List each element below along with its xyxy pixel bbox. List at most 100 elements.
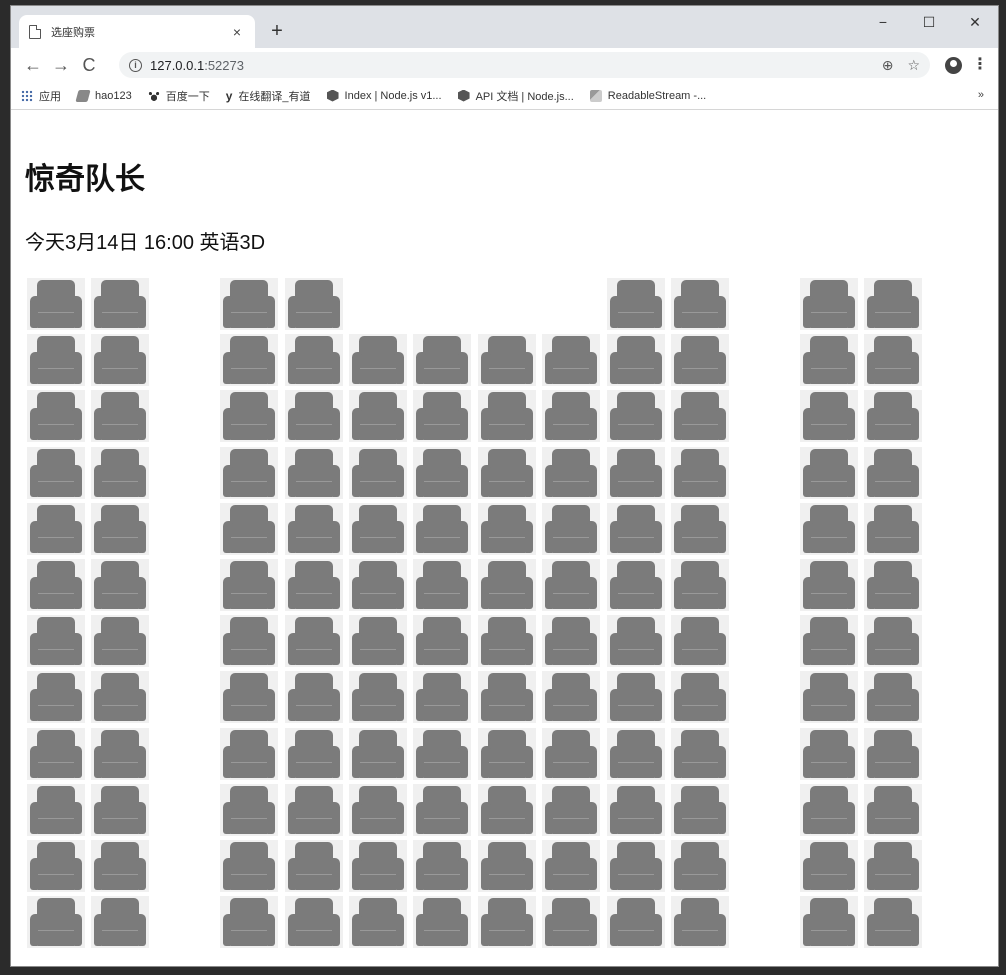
seat-icon[interactable] <box>413 503 471 555</box>
seat-icon[interactable] <box>800 390 858 442</box>
new-tab-button[interactable]: + <box>265 19 289 43</box>
seat-icon[interactable] <box>478 615 536 667</box>
seat-icon[interactable] <box>542 503 600 555</box>
seat-icon[interactable] <box>349 840 407 892</box>
seat-icon[interactable] <box>864 390 922 442</box>
seat-icon[interactable] <box>91 334 149 386</box>
tab-close-button[interactable]: × <box>229 24 245 40</box>
seat-icon[interactable] <box>91 840 149 892</box>
seat-icon[interactable] <box>285 615 343 667</box>
seat-icon[interactable] <box>800 671 858 723</box>
seat-icon[interactable] <box>864 896 922 948</box>
seat-icon[interactable] <box>607 559 665 611</box>
seat-icon[interactable] <box>607 840 665 892</box>
seat-icon[interactable] <box>285 728 343 780</box>
seat-icon[interactable] <box>607 728 665 780</box>
seat-icon[interactable] <box>478 559 536 611</box>
seat-icon[interactable] <box>542 896 600 948</box>
seat-icon[interactable] <box>864 840 922 892</box>
seat-icon[interactable] <box>349 390 407 442</box>
seat-icon[interactable] <box>413 615 471 667</box>
bookmark-hao123[interactable]: hao123 <box>75 89 132 102</box>
seat-icon[interactable] <box>349 728 407 780</box>
seat-icon[interactable] <box>349 671 407 723</box>
seat-icon[interactable] <box>671 334 729 386</box>
seat-icon[interactable] <box>285 390 343 442</box>
seat-icon[interactable] <box>800 784 858 836</box>
seat-icon[interactable] <box>864 784 922 836</box>
reload-button[interactable]: C <box>75 51 103 79</box>
seat-icon[interactable] <box>91 728 149 780</box>
seat-icon[interactable] <box>285 278 343 330</box>
seat-icon[interactable] <box>542 840 600 892</box>
seat-icon[interactable] <box>285 559 343 611</box>
bookmark-baidu[interactable]: 百度一下 <box>147 88 210 104</box>
seat-icon[interactable] <box>27 728 85 780</box>
bookmarks-overflow-button[interactable]: » <box>978 89 984 101</box>
seat-icon[interactable] <box>91 503 149 555</box>
seat-icon[interactable] <box>542 447 600 499</box>
seat-icon[interactable] <box>800 728 858 780</box>
seat-icon[interactable] <box>220 671 278 723</box>
seat-icon[interactable] <box>27 334 85 386</box>
seat-icon[interactable] <box>220 559 278 611</box>
seat-icon[interactable] <box>671 503 729 555</box>
seat-icon[interactable] <box>671 840 729 892</box>
close-window-button[interactable]: ✕ <box>952 10 998 34</box>
seat-icon[interactable] <box>478 671 536 723</box>
seat-icon[interactable] <box>220 334 278 386</box>
seat-icon[interactable] <box>864 615 922 667</box>
seat-icon[interactable] <box>671 278 729 330</box>
seat-icon[interactable] <box>349 447 407 499</box>
tab-active[interactable]: 选座购票 × <box>19 15 255 48</box>
seat-icon[interactable] <box>800 840 858 892</box>
seat-icon[interactable] <box>285 784 343 836</box>
maximize-button[interactable]: ☐ <box>906 10 952 34</box>
seat-icon[interactable] <box>413 671 471 723</box>
seat-icon[interactable] <box>413 390 471 442</box>
seat-icon[interactable] <box>27 278 85 330</box>
seat-icon[interactable] <box>478 728 536 780</box>
seat-icon[interactable] <box>349 784 407 836</box>
seat-icon[interactable] <box>607 447 665 499</box>
seat-icon[interactable] <box>542 615 600 667</box>
seat-icon[interactable] <box>607 278 665 330</box>
bookmark-youdao[interactable]: y 在线翻译_有道 <box>226 88 311 104</box>
seat-icon[interactable] <box>671 728 729 780</box>
seat-icon[interactable] <box>607 334 665 386</box>
seat-icon[interactable] <box>800 447 858 499</box>
minimize-button[interactable]: − <box>860 10 906 34</box>
bookmark-apps[interactable]: 应用 <box>21 88 61 104</box>
seat-icon[interactable] <box>349 334 407 386</box>
zoom-icon[interactable]: ⊕ <box>882 57 894 74</box>
seat-icon[interactable] <box>671 559 729 611</box>
profile-icon[interactable] <box>945 57 962 74</box>
seat-icon[interactable] <box>864 559 922 611</box>
seat-icon[interactable] <box>220 840 278 892</box>
seat-icon[interactable] <box>800 896 858 948</box>
seat-icon[interactable] <box>91 784 149 836</box>
seat-icon[interactable] <box>800 503 858 555</box>
seat-icon[interactable] <box>413 728 471 780</box>
seat-icon[interactable] <box>864 447 922 499</box>
seat-icon[interactable] <box>220 447 278 499</box>
seat-icon[interactable] <box>220 615 278 667</box>
seat-icon[interactable] <box>27 615 85 667</box>
seat-icon[interactable] <box>285 896 343 948</box>
seat-icon[interactable] <box>413 447 471 499</box>
seat-icon[interactable] <box>478 390 536 442</box>
seat-icon[interactable] <box>220 728 278 780</box>
bookmark-node-api[interactable]: API 文档 | Node.js... <box>457 88 574 104</box>
bookmark-readablestream[interactable]: ReadableStream -... <box>589 89 706 102</box>
seat-icon[interactable] <box>91 278 149 330</box>
seat-icon[interactable] <box>349 559 407 611</box>
seat-icon[interactable] <box>671 896 729 948</box>
bookmark-node-index[interactable]: Index | Node.js v1... <box>326 89 442 102</box>
seat-icon[interactable] <box>91 896 149 948</box>
seat-icon[interactable] <box>542 559 600 611</box>
seat-icon[interactable] <box>478 896 536 948</box>
seat-icon[interactable] <box>800 559 858 611</box>
seat-icon[interactable] <box>864 334 922 386</box>
seat-icon[interactable] <box>27 784 85 836</box>
address-bar[interactable]: i 127.0.0.1:52273 ⊕ ☆ <box>119 52 930 78</box>
